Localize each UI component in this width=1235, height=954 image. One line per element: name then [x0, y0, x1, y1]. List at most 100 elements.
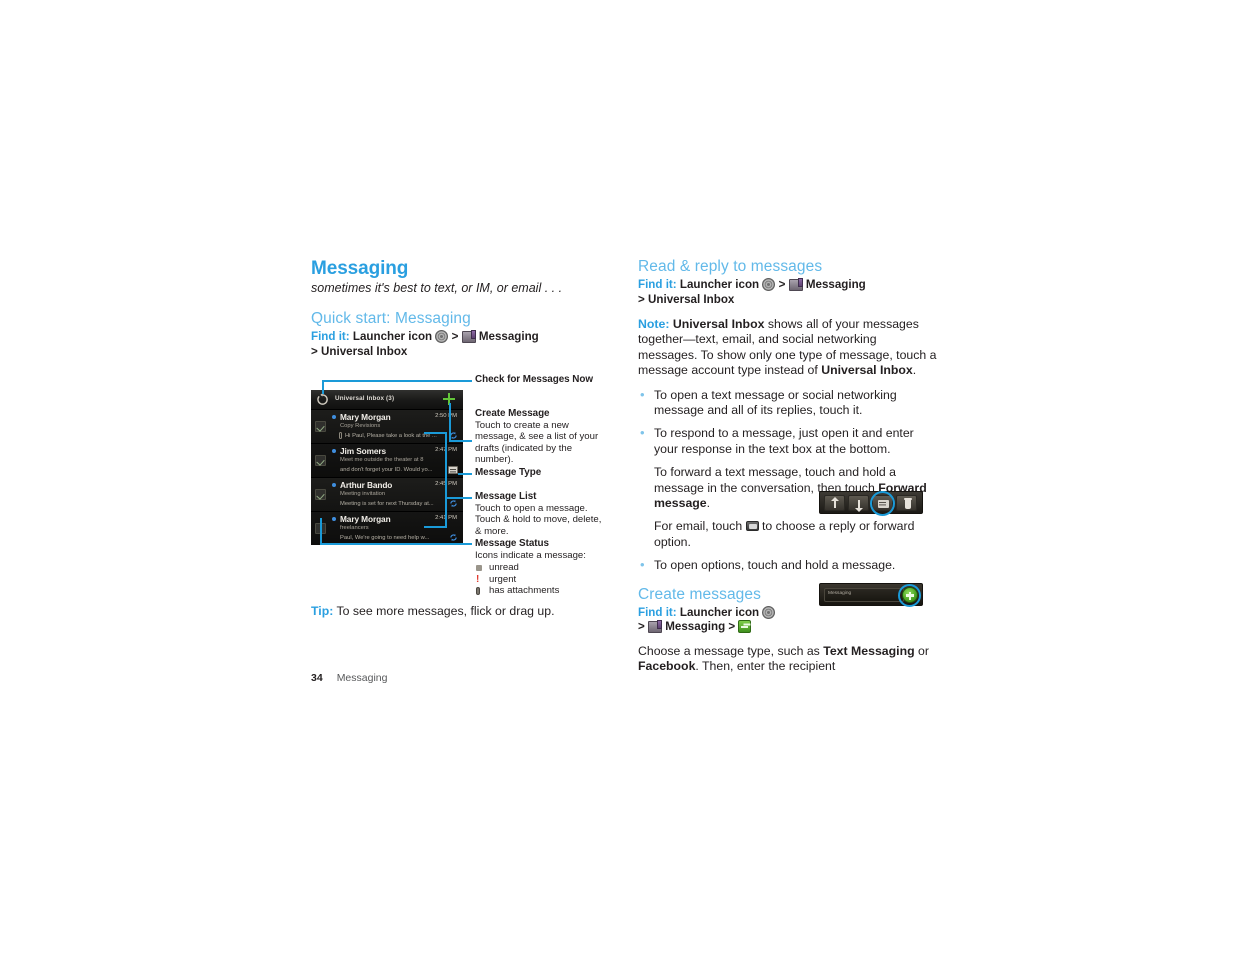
- findit-chevron-1: >: [451, 330, 459, 343]
- quick-start-diagram: Universal Inbox (3) Mary Morgan 2:50 PM …: [311, 374, 611, 608]
- compose-account-field[interactable]: Messaging: [824, 588, 904, 602]
- findit-chevron-2: >: [638, 292, 645, 306]
- note-label: Note:: [638, 317, 670, 331]
- compose-field-label: Messaging: [828, 591, 852, 596]
- row-checkbox[interactable]: [315, 455, 326, 466]
- callout-title: Message List: [475, 491, 537, 502]
- messaging-icon: [648, 620, 663, 634]
- note-bold-1: Universal Inbox: [672, 317, 765, 331]
- move-up-button[interactable]: [824, 495, 845, 511]
- arrow-up-icon: [830, 496, 840, 508]
- row-sender: Jim Somers: [340, 445, 387, 456]
- delete-button[interactable]: [896, 495, 917, 511]
- launcher-icon: [435, 330, 449, 343]
- note-text-2: .: [912, 363, 917, 378]
- list-item: To respond to a message, just open it an…: [638, 425, 938, 457]
- row-sender: Mary Morgan: [340, 513, 391, 524]
- row-checkbox[interactable]: [315, 421, 326, 432]
- leader-line: [322, 380, 472, 382]
- findit-chevron-1: >: [638, 620, 645, 634]
- read-reply-bullets: To open a text message or social network…: [638, 387, 938, 574]
- list-item: For email, touch to choose a reply or fo…: [638, 519, 938, 550]
- findit-label: Find it:: [638, 605, 677, 619]
- email-toolbar-screenshot: [819, 491, 923, 516]
- leader-line: [449, 440, 472, 442]
- row-subject: Copy Revisions: [340, 423, 381, 429]
- table-row[interactable]: Arthur Bando 2:45 PM Meeting invitation …: [311, 478, 463, 512]
- footer-chapter-name: Messaging: [336, 672, 388, 684]
- chapter-subtitle: sometimes it's best to text, or IM, or e…: [311, 281, 563, 295]
- row-preview: and don't forget your ID. Would yo...: [340, 466, 433, 473]
- arrow-down-icon: [854, 500, 864, 512]
- email-type-icon: [448, 466, 458, 474]
- row-checkbox[interactable]: [315, 489, 326, 500]
- tip-text: To see more messages, flick or drag up.: [333, 604, 555, 618]
- findit-messaging-text: Messaging: [805, 278, 866, 291]
- move-down-button[interactable]: [848, 495, 869, 512]
- callout-check-for-messages: Check for Messages Now: [475, 374, 607, 386]
- list-item: unread: [475, 562, 607, 574]
- page-number: 34: [311, 672, 323, 684]
- email-text-a: For email, touch: [654, 519, 746, 534]
- findit-chevron-2: >: [728, 620, 736, 634]
- leader-line: [424, 432, 446, 434]
- create-body-a: Choose a message type, such as: [638, 643, 824, 658]
- callout-create-message: Create Message Touch to create a new mes…: [475, 408, 607, 466]
- leader-line: [424, 526, 446, 528]
- leader-line: [320, 518, 322, 544]
- attachment-icon: [339, 432, 342, 439]
- findit-messaging-text: Messaging: [665, 620, 726, 634]
- manual-page: Messaging sometimes it's best to text, o…: [0, 0, 1235, 954]
- list-item: To open options, touch and hold a messag…: [638, 557, 938, 573]
- launcher-icon: [762, 278, 776, 291]
- list-item: To open a text message or social network…: [638, 387, 938, 419]
- findit-path-read-reply: Find it: Launcher icon > Messaging > Uni…: [638, 278, 938, 307]
- leader-line: [445, 432, 447, 528]
- findit-universal-inbox-text: Universal Inbox: [321, 344, 408, 358]
- sync-type-icon: [450, 500, 457, 507]
- sync-type-icon: [450, 534, 457, 541]
- leader-line: [458, 473, 472, 475]
- urgent-icon: !: [476, 573, 480, 585]
- findit-universal-inbox-text: Universal Inbox: [648, 292, 735, 306]
- messaging-icon: [788, 278, 803, 291]
- left-column: Messaging sometimes it's best to text, o…: [311, 258, 611, 359]
- highlight-ring: [898, 584, 921, 607]
- table-row[interactable]: Mary Morgan 2:41 PM freelancers Paul, We…: [311, 512, 463, 545]
- findit-label: Find it:: [311, 330, 350, 343]
- findit-chevron-2: >: [311, 344, 318, 358]
- highlight-ring: [870, 491, 895, 516]
- section-heading-read-reply: Read & reply to messages: [638, 258, 823, 275]
- right-column: Read & reply to messages Find it: Launch…: [638, 258, 938, 675]
- callout-description: Touch to create a new message, & see a l…: [475, 419, 599, 466]
- note-bold-2: Universal Inbox: [821, 363, 913, 378]
- table-row[interactable]: Jim Somers 2:47 PM Meet me outside the t…: [311, 444, 463, 478]
- trash-icon: [904, 497, 912, 509]
- unread-icon: [332, 449, 336, 453]
- page-footer: 34 Messaging: [311, 672, 387, 684]
- status-icon-legend: unread ! urgent has attachments: [475, 562, 607, 597]
- findit-path-create-messages: Find it: Launcher icon > Messaging >: [638, 605, 938, 635]
- row-subject: Meet me outside the theater at 8: [340, 457, 424, 463]
- reply-icon: [745, 521, 759, 532]
- callout-message-type: Message Type: [475, 467, 607, 479]
- list-item: ! urgent: [475, 574, 607, 586]
- callout-message-status: Message Status Icons indicate a message:…: [475, 538, 607, 597]
- create-body-b: . Then, enter the recipient: [695, 659, 836, 674]
- row-preview: Paul, We're going to need help w...: [340, 534, 430, 541]
- callout-title: Message Type: [475, 467, 542, 478]
- row-subject: freelancers: [340, 525, 369, 531]
- create-messages-paragraph: Choose a message type, such as Text Mess…: [638, 644, 938, 675]
- attachment-icon: [476, 587, 480, 596]
- callout-title: Message Status: [475, 538, 549, 549]
- page-title: Messaging: [311, 258, 409, 279]
- launcher-icon: [762, 605, 776, 619]
- table-row[interactable]: Mary Morgan 2:50 PM Copy Revisions Hi Pa…: [311, 410, 463, 444]
- row-subject: Meeting invitation: [340, 491, 386, 497]
- callout-description: Icons indicate a message:: [475, 549, 586, 561]
- row-preview: Meeting is set for next Thursday at...: [340, 500, 434, 507]
- refresh-icon[interactable]: [316, 393, 329, 406]
- unread-icon: [332, 415, 336, 419]
- callout-title: Check for Messages Now: [475, 374, 593, 385]
- note-paragraph: Note: Universal Inbox shows all of your …: [638, 317, 938, 379]
